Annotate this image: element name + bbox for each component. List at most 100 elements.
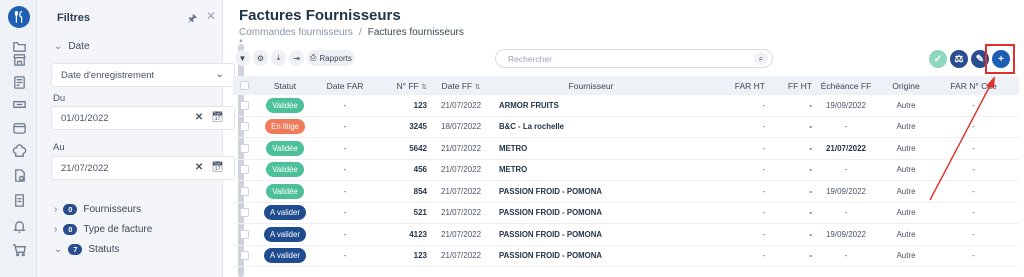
filter-icon[interactable]: ▼: [235, 50, 250, 66]
far-order-cell: -: [972, 208, 975, 218]
date-section-toggle[interactable]: ⌄ Date: [54, 41, 90, 52]
ff-ht-cell: -: [809, 143, 812, 153]
select-all-checkbox[interactable]: [233, 81, 255, 90]
date-far-cell: -: [343, 165, 347, 175]
to-date-input[interactable]: 21/07/2022 ✕ 📅︎: [51, 156, 235, 180]
box-icon[interactable]: [11, 119, 27, 135]
filter-group-fournisseurs[interactable]: › 0 Fournisseurs: [54, 204, 141, 215]
badge-icon[interactable]: [11, 96, 27, 112]
table-row[interactable]: Validée - 854 21/07/2022 PASSION FROID - POM…: [233, 181, 1019, 203]
status-cell: A valider: [255, 226, 315, 242]
breadcrumb-parent[interactable]: Commandes fournisseurs: [239, 27, 353, 38]
invoice-icon[interactable]: [11, 192, 27, 208]
download-icon[interactable]: ⤓: [271, 50, 286, 66]
chevron-right-icon: ›: [54, 204, 58, 215]
invoice-number-cell: 4123: [409, 229, 427, 239]
row-checkbox[interactable]: [233, 251, 255, 261]
origin-cell: Autre: [896, 208, 916, 218]
search-input[interactable]: Rechercher ⌕: [495, 49, 773, 68]
column-header[interactable]: Date FF ⇅: [431, 81, 491, 91]
row-checkbox[interactable]: [233, 229, 255, 239]
clear-icon[interactable]: ✕: [195, 162, 203, 173]
far-order-cell: -: [972, 251, 975, 261]
store-icon[interactable]: [11, 51, 27, 67]
column-header[interactable]: N° FF ⇅: [375, 81, 431, 91]
filter-group-type-facture[interactable]: › 0 Type de facture: [54, 224, 152, 235]
sort-icon: ⇅: [474, 83, 481, 91]
status-badge[interactable]: En litige: [265, 119, 305, 135]
pin-icon[interactable]: 🖈: [187, 10, 197, 29]
check-icon[interactable]: ✓: [929, 50, 947, 68]
column-header[interactable]: Date FAR: [315, 81, 375, 91]
status-badge[interactable]: Validée: [266, 97, 304, 113]
far-order-cell: -: [972, 165, 975, 175]
count-badge: 0: [63, 204, 78, 215]
clear-icon[interactable]: ✕: [195, 112, 203, 123]
column-header[interactable]: Échéance FF: [816, 81, 876, 91]
status-badge[interactable]: Validée: [266, 162, 304, 178]
cart-icon[interactable]: [11, 241, 27, 257]
ff-ht-cell: -: [809, 208, 812, 218]
table-row[interactable]: En litige - 3245 18/07/2022 B&C - La rochell…: [233, 117, 1019, 138]
invoice-number-cell: 5642: [409, 143, 427, 153]
due-date-cell: 19/09/2022: [825, 186, 867, 196]
origin-cell: Autre: [896, 122, 916, 132]
table-row[interactable]: Validée - 5642 21/07/2022 METRO - - 21/07/2022 A…: [233, 138, 1019, 160]
document-icon[interactable]: [11, 167, 27, 183]
from-date-input[interactable]: 01/01/2022 ✕ 📅︎: [51, 106, 235, 130]
filter-group-statuts[interactable]: ⌄ 7 Statuts: [54, 244, 120, 255]
invoice-date-cell: 21/07/2022: [441, 143, 482, 153]
table-row[interactable]: Validée - 456 21/07/2022 METRO - - - Autre -: [233, 160, 1019, 181]
logo-icon[interactable]: [8, 6, 30, 28]
column-header[interactable]: FF HT: [771, 81, 816, 91]
due-date-cell: 21/07/2022: [825, 143, 867, 153]
chevron-down-icon: ⌄: [54, 41, 63, 52]
receipt-icon[interactable]: [11, 74, 27, 90]
status-badge[interactable]: A valider: [264, 226, 306, 242]
supplier-cell: METRO: [499, 165, 528, 175]
row-checkbox[interactable]: [233, 186, 255, 196]
table-row[interactable]: A valider - 123 21/07/2022 PASSION FROID - P…: [233, 246, 1019, 267]
row-checkbox[interactable]: [233, 143, 255, 153]
supplier-cell: PASSION FROID - POMONA: [499, 251, 602, 261]
row-checkbox[interactable]: [233, 100, 255, 110]
close-icon[interactable]: ✕: [206, 9, 216, 23]
table-row[interactable]: A valider - 521 21/07/2022 PASSION FROID - P…: [233, 203, 1019, 224]
due-date-cell: 19/09/2022: [825, 100, 867, 110]
status-badge[interactable]: A valider: [264, 205, 306, 221]
reports-button[interactable]: ⎙ Rapports: [307, 50, 355, 66]
export-icon[interactable]: ⇥: [289, 50, 304, 66]
row-checkbox[interactable]: [233, 122, 255, 132]
bell-icon[interactable]: [11, 218, 27, 234]
date-type-select[interactable]: Date d'enregistrement ⌄: [51, 63, 235, 87]
column-header[interactable]: Origine: [876, 81, 936, 91]
status-cell: En litige: [255, 119, 315, 135]
status-badge[interactable]: A valider: [264, 248, 306, 264]
column-header[interactable]: Fournisseur: [491, 81, 691, 91]
table-row[interactable]: Validée - 123 21/07/2022 ARMOR FRUITS - - 19/09…: [233, 95, 1019, 117]
status-badge[interactable]: Validée: [266, 140, 304, 156]
far-order-cell: -: [972, 100, 975, 110]
sort-icon: ⇅: [421, 83, 427, 91]
invoice-date-cell: 21/07/2022: [441, 208, 482, 218]
table-row[interactable]: A valider - 4123 21/07/2022 PASSION FROID - …: [233, 224, 1019, 246]
row-checkbox[interactable]: [233, 208, 255, 218]
column-header[interactable]: Statut: [255, 81, 315, 91]
invoice-date-cell: 21/07/2022: [441, 165, 482, 175]
chevron-right-icon: ›: [54, 224, 58, 235]
search-icon[interactable]: ⌕: [754, 52, 768, 65]
scale-icon[interactable]: ⚖: [950, 50, 968, 68]
toolbar: ▼ ⚙ ⤓ ⇥ ⎙ Rapports: [235, 50, 355, 66]
column-header[interactable]: FAR N° Cde: [936, 81, 1011, 91]
count-badge: 7: [68, 244, 83, 255]
invoice-number-cell: 456: [413, 165, 427, 175]
column-header[interactable]: FAR HT: [691, 81, 771, 91]
status-badge[interactable]: Validée: [266, 183, 304, 199]
row-checkbox[interactable]: [233, 165, 255, 175]
ff-ht-cell: -: [809, 186, 812, 196]
status-cell: A valider: [255, 248, 315, 264]
chef-hat-icon[interactable]: [11, 143, 27, 159]
to-label: Au: [53, 142, 65, 153]
far-order-cell: -: [972, 143, 975, 153]
gear-icon[interactable]: ⚙: [253, 50, 268, 66]
